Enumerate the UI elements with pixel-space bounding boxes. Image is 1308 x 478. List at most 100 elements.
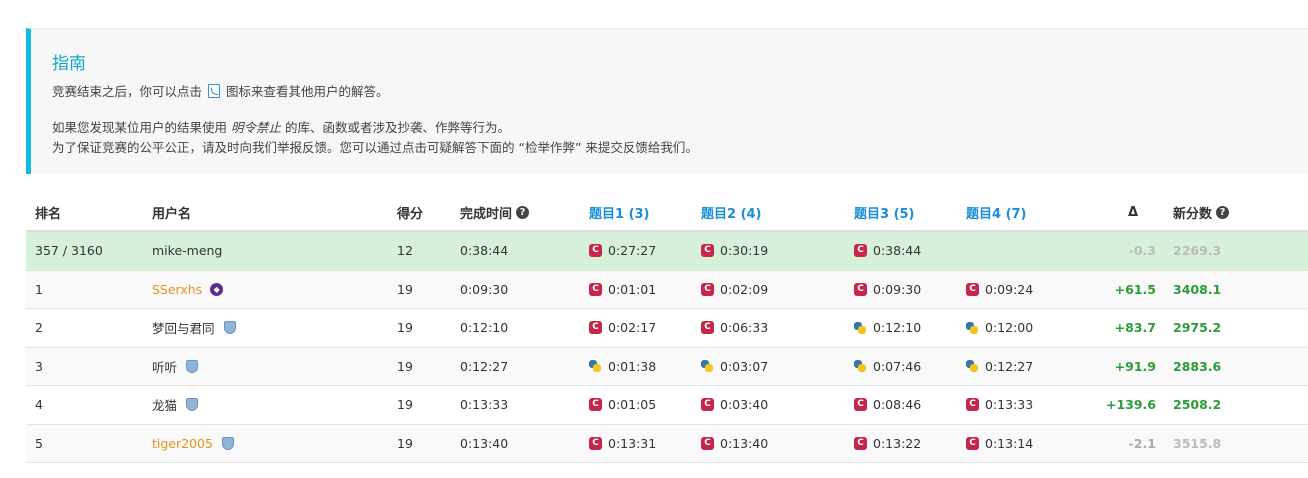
cpp-icon[interactable]	[589, 244, 602, 258]
question-1-cell[interactable]: 0:01:38	[589, 348, 656, 386]
new-rating-cell: 3515.8	[1173, 435, 1222, 451]
rank-cell: 5	[35, 435, 43, 451]
cpp-icon[interactable]	[701, 282, 714, 296]
score-cell: 19	[397, 397, 413, 413]
question-3-cell[interactable]: 0:12:10	[854, 309, 921, 347]
cpp-icon[interactable]	[854, 398, 867, 412]
guide-text: 竞赛结束之后，你可以点击	[52, 84, 203, 99]
table-row: 4 龙猫 19 0:13:33 0:01:05 0:03:40 0:08:46 …	[26, 386, 1308, 425]
solve-time: 0:13:14	[985, 435, 1034, 451]
new-rating-cell: 2975.2	[1173, 320, 1222, 336]
username-link[interactable]: 梦回与君同	[152, 318, 215, 337]
solve-time: 0:08:46	[873, 397, 922, 413]
cpp-icon[interactable]	[589, 282, 602, 296]
question-3-cell[interactable]: 0:13:22	[854, 425, 921, 463]
finish-time-cell: 0:09:30	[460, 281, 509, 297]
cpp-icon[interactable]	[701, 321, 714, 335]
python-icon[interactable]	[854, 321, 866, 334]
solve-time: 0:02:17	[608, 320, 657, 336]
question-2-cell[interactable]: 0:03:07	[701, 348, 768, 386]
delta-cell: +139.6	[1105, 397, 1156, 413]
question-2-cell[interactable]: 0:13:40	[701, 425, 768, 463]
python-icon[interactable]	[854, 360, 866, 373]
question-3-cell[interactable]: 0:07:46	[854, 348, 921, 386]
question-3-cell[interactable]: 0:38:44	[854, 232, 921, 270]
new-rating-cell: 2269.3	[1173, 243, 1222, 259]
python-icon[interactable]	[589, 360, 601, 373]
finish-time-cell: 0:12:27	[460, 358, 509, 374]
header-question-2[interactable]: 题目2 (4)	[701, 194, 762, 230]
cpp-icon[interactable]	[701, 436, 714, 450]
table-row: 5 tiger2005 19 0:13:40 0:13:31 0:13:40 0…	[26, 424, 1308, 463]
header-question-4[interactable]: 题目4 (7)	[966, 194, 1027, 230]
question-1-cell[interactable]: 0:27:27	[589, 232, 656, 270]
header-time: 完成时间 ?	[460, 194, 530, 230]
question-4-cell[interactable]: 0:12:00	[966, 309, 1033, 347]
cpp-icon[interactable]	[854, 282, 867, 296]
username-link[interactable]: 龙猫	[152, 395, 177, 414]
question-4-cell[interactable]: 0:09:24	[966, 271, 1033, 309]
solve-time: 0:01:38	[608, 358, 657, 374]
guide-title: 指南	[52, 54, 86, 74]
guide-text: 图标来查看其他用户的解答。	[225, 84, 389, 99]
rank-cell: 3	[35, 358, 43, 374]
cpp-icon[interactable]	[966, 436, 979, 450]
question-2-cell[interactable]: 0:06:33	[701, 309, 768, 347]
question-3-cell[interactable]: 0:08:46	[854, 386, 921, 424]
table-header: 排名 用户名 得分 完成时间 ? 题目1 (3) 题目2 (4) 题目3 (5)…	[26, 194, 1308, 232]
cpp-icon[interactable]	[589, 321, 602, 335]
guide-text: 如果您发现某位用户的结果使用	[52, 120, 228, 135]
username-link[interactable]: SSerxhs	[152, 282, 202, 297]
rank-cell: 357 / 3160	[35, 243, 103, 259]
delta-cell: +91.9	[1114, 358, 1156, 374]
header-user: 用户名	[152, 206, 192, 222]
solve-time: 0:03:07	[720, 358, 769, 374]
cpp-icon[interactable]	[966, 398, 979, 412]
solve-time: 0:38:44	[873, 243, 922, 259]
rank-cell: 2	[35, 320, 43, 336]
question-1-cell[interactable]: 0:13:31	[589, 425, 656, 463]
shield-badge-icon	[223, 321, 236, 335]
username-link[interactable]: tiger2005	[152, 436, 213, 451]
cpp-icon[interactable]	[589, 436, 602, 450]
solve-time: 0:12:27	[985, 358, 1034, 374]
table-row: 2 梦回与君同 19 0:12:10 0:02:17 0:06:33 0:12:…	[26, 309, 1308, 348]
help-icon[interactable]: ?	[1216, 205, 1230, 219]
solve-time: 0:13:22	[873, 435, 922, 451]
shield-badge-icon	[186, 359, 199, 373]
header-question-1[interactable]: 题目1 (3)	[589, 194, 650, 230]
user-cell: 听听	[152, 348, 199, 386]
finish-time-cell: 0:13:33	[460, 397, 509, 413]
table-row: 3 听听 19 0:12:27 0:01:38 0:03:07 0:07:46 …	[26, 347, 1308, 386]
question-1-cell[interactable]: 0:01:05	[589, 386, 656, 424]
question-4-cell[interactable]: 0:13:33	[966, 386, 1033, 424]
header-question-3[interactable]: 题目3 (5)	[854, 194, 915, 230]
username-link[interactable]: mike-meng	[152, 232, 222, 270]
help-icon[interactable]: ?	[516, 205, 530, 219]
cpp-icon[interactable]	[854, 244, 867, 258]
header-delta: Δ	[1127, 204, 1138, 220]
question-2-cell[interactable]: 0:03:40	[701, 386, 768, 424]
cpp-icon[interactable]	[966, 282, 979, 296]
question-4-cell[interactable]: 0:12:27	[966, 348, 1033, 386]
question-1-cell[interactable]: 0:02:17	[589, 309, 656, 347]
python-icon[interactable]	[966, 321, 978, 334]
python-icon[interactable]	[701, 360, 713, 373]
rank-cell: 1	[35, 281, 43, 297]
cpp-icon[interactable]	[701, 398, 714, 412]
delta-cell: -2.1	[1128, 435, 1156, 451]
question-2-cell[interactable]: 0:02:09	[701, 271, 768, 309]
question-2-cell[interactable]: 0:30:19	[701, 232, 768, 270]
solve-time: 0:07:46	[873, 358, 922, 374]
user-cell: SSerxhs ◆	[152, 271, 224, 309]
guide-line-2: 如果您发现某位用户的结果使用 明令禁止 的库、函数或者涉及抄袭、作弊等行为。	[52, 117, 510, 136]
python-icon[interactable]	[966, 360, 978, 373]
cpp-icon[interactable]	[854, 436, 867, 450]
finish-time-cell: 0:12:10	[460, 320, 509, 336]
question-3-cell[interactable]: 0:09:30	[854, 271, 921, 309]
username-link[interactable]: 听听	[152, 357, 177, 376]
question-1-cell[interactable]: 0:01:01	[589, 271, 656, 309]
cpp-icon[interactable]	[701, 244, 714, 258]
cpp-icon[interactable]	[589, 398, 602, 412]
question-4-cell[interactable]: 0:13:14	[966, 425, 1033, 463]
